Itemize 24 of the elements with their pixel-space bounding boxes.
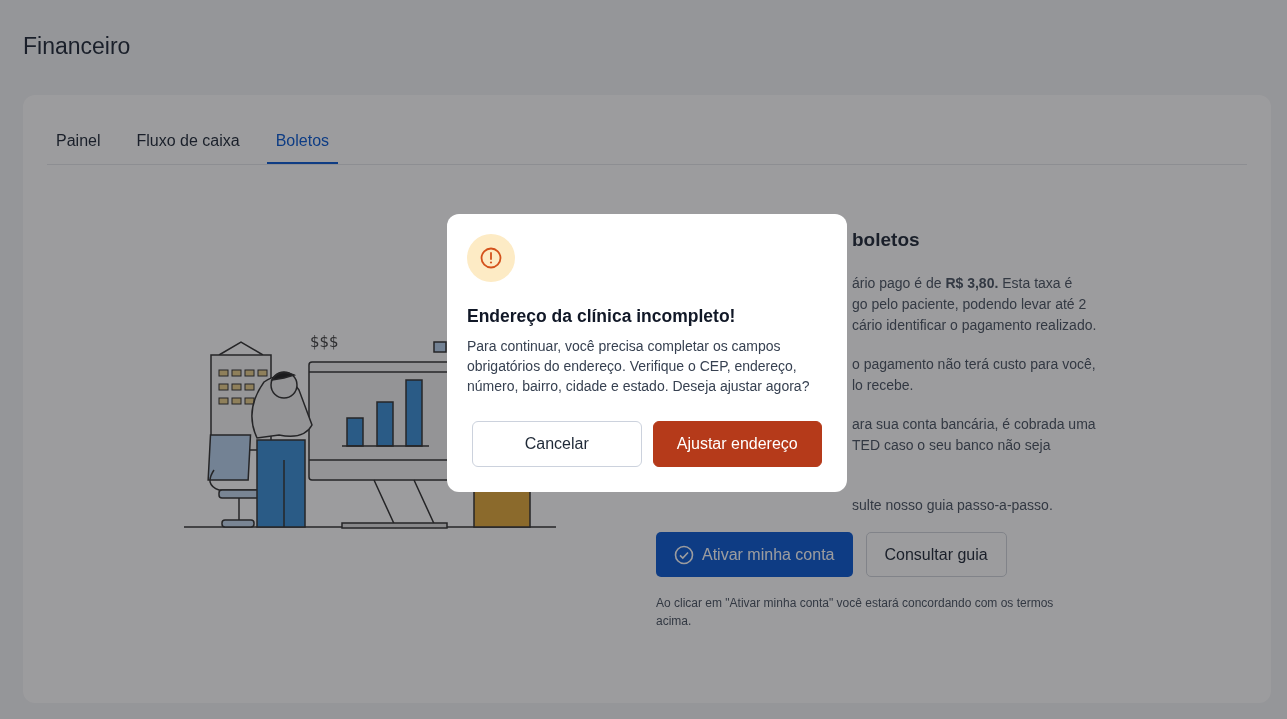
paragraph-text: TED caso o seu banco não seja — [852, 436, 1052, 455]
paragraph-text: sulte nosso guia passo-a-passo. — [852, 496, 1054, 515]
dialog-title: Endereço da clínica incompleto! — [467, 305, 737, 328]
paragraph-text: cário identificar o pagamento realizado. — [852, 316, 1097, 335]
section-title: boletos — [852, 228, 921, 252]
tab[interactable]: Painel — [47, 125, 110, 164]
dialog-message: Para continuar, você precisa completar os campos obrigatórios do endereço. Verifique o CEP, endereço, número, bairro, cidade e estado. Deseja ajustar agora? — [467, 337, 811, 396]
warning-icon — [467, 234, 515, 282]
button-label: Ativar minha conta — [702, 545, 835, 564]
paragraph-text: o pagamento não terá custo para você, — [852, 355, 1097, 374]
tab[interactable]: Fluxo de caixa — [127, 125, 249, 164]
paragraph-text: ário pago é de R$ 3,80. Esta taxa é — [852, 274, 1074, 293]
currency-symbols: $$$ — [310, 333, 339, 351]
terms-note: Ao clicar em "Ativar minha conta" você estará concordando com os termos acima. — [656, 595, 1055, 630]
paragraph-text: go pelo paciente, podendo levar até 2 — [852, 295, 1088, 314]
tab[interactable]: Boletos — [266, 125, 339, 164]
activate-account-button[interactable]: Ativar minha conta — [656, 532, 853, 577]
paragraph-text: ara sua conta bancária, é cobrada uma — [852, 415, 1097, 434]
confirm-button[interactable]: Ajustar endereço — [652, 421, 822, 467]
page-title: Financeiro — [23, 32, 132, 61]
check-circle-icon — [674, 544, 694, 565]
cancel-button[interactable]: Cancelar — [472, 421, 642, 467]
paragraph-text: lo recebe. — [852, 376, 915, 395]
guide-button[interactable]: Consultar guia — [865, 532, 1007, 577]
